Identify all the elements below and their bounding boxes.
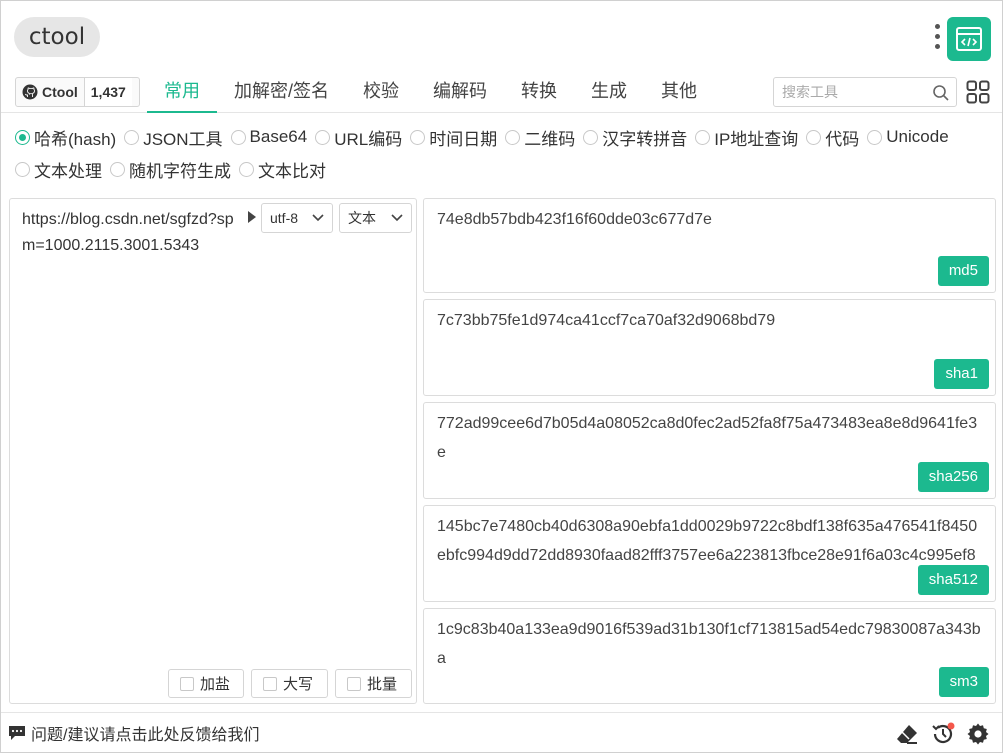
footer: 问题/建议请点击此处反馈给我们 xyxy=(1,712,1002,752)
eraser-icon[interactable] xyxy=(895,722,919,746)
result-sha256: 772ad99cee6d7b05d4a08052ca8d0fec2ad52fa8… xyxy=(423,402,996,499)
tab-crypto[interactable]: 加解密/签名 xyxy=(217,73,346,113)
github-stars: 1,437 xyxy=(84,78,132,106)
feedback-link[interactable]: 问题/建议请点击此处反馈给我们 xyxy=(8,721,259,745)
tool-unicode[interactable]: Unicode xyxy=(867,127,949,147)
copy-sha256-button[interactable]: sha256 xyxy=(917,462,989,492)
tool-row-2: 文本处理 随机字符生成 文本比对 xyxy=(15,153,995,185)
tab-checksum[interactable]: 校验 xyxy=(346,73,416,113)
tab-convert[interactable]: 转换 xyxy=(504,73,574,113)
tool-url[interactable]: URL编码 xyxy=(315,125,402,150)
header: ctool xyxy=(1,1,1002,73)
radio[interactable] xyxy=(110,161,125,177)
tab-common[interactable]: 常用 xyxy=(147,73,217,113)
radio[interactable] xyxy=(15,161,30,177)
copy-sha1-button[interactable]: sha1 xyxy=(934,359,989,389)
tool-text[interactable]: 文本处理 xyxy=(15,157,102,182)
encoding-value: utf-8 xyxy=(270,210,299,226)
result-sha1: 7c73bb75fe1d974ca41ccf7ca70af32d9068bd79… xyxy=(423,299,996,396)
radio[interactable] xyxy=(806,129,822,145)
encoding-select[interactable]: utf-8 xyxy=(261,203,333,233)
input-textarea[interactable]: https://blog.csdn.net/sgfzd?spm=1000.211… xyxy=(22,207,242,259)
radio-checked[interactable] xyxy=(15,129,30,145)
tab-other[interactable]: 其他 xyxy=(644,73,714,113)
tool-json[interactable]: JSON工具 xyxy=(124,125,223,150)
tool-row-1: 哈希(hash) JSON工具 Base64 URL编码 时间日期 二维码 汉字… xyxy=(15,121,995,153)
hash-value[interactable]: 145bc7e7480cb40d6308a90ebfa1dd0029b9722c… xyxy=(437,512,985,570)
chevron-down-icon xyxy=(312,214,324,222)
feedback-text: 问题/建议请点击此处反馈给我们 xyxy=(31,727,260,744)
radio[interactable] xyxy=(315,129,331,145)
app-window: ctool Ctool 1,437 常用 加解密/签名 校验 编解码 转换 生成… xyxy=(0,0,1003,753)
copy-sha512-button[interactable]: sha512 xyxy=(917,565,989,595)
top-nav: Ctool 1,437 常用 加解密/签名 校验 编解码 转换 生成 其他 xyxy=(1,73,1002,113)
uppercase-checkbox[interactable]: 大写 xyxy=(251,669,328,698)
tool-time[interactable]: 时间日期 xyxy=(410,125,497,150)
checkbox[interactable] xyxy=(263,676,277,691)
hash-value[interactable]: 772ad99cee6d7b05d4a08052ca8d0fec2ad52fa8… xyxy=(437,409,985,467)
grid-icon[interactable] xyxy=(966,80,990,104)
github-icon xyxy=(22,84,38,100)
code-window-icon[interactable] xyxy=(947,17,991,61)
radio[interactable] xyxy=(505,129,521,145)
tool-ip[interactable]: IP地址查询 xyxy=(695,125,798,150)
tool-selector: 哈希(hash) JSON工具 Base64 URL编码 时间日期 二维码 汉字… xyxy=(15,121,995,185)
history-icon[interactable] xyxy=(931,722,955,746)
salt-checkbox[interactable]: 加盐 xyxy=(168,669,244,698)
hash-value[interactable]: 74e8db57bdb423f16f60dde03c677d7e xyxy=(437,205,985,234)
result-sm3: 1c9c83b40a133ea9d9016f539ad31b130f1cf713… xyxy=(423,608,996,704)
tool-diff[interactable]: 文本比对 xyxy=(239,157,326,182)
message-icon xyxy=(9,726,25,740)
copy-md5-button[interactable]: md5 xyxy=(937,256,989,286)
tab-codec[interactable]: 编解码 xyxy=(416,73,504,113)
radio[interactable] xyxy=(239,161,254,177)
result-sha512: 145bc7e7480cb40d6308a90ebfa1dd0029b9722c… xyxy=(423,505,996,602)
checkbox[interactable] xyxy=(180,676,194,691)
radio[interactable] xyxy=(230,129,246,145)
tab-generate[interactable]: 生成 xyxy=(574,73,644,113)
radio[interactable] xyxy=(867,129,883,145)
input-panel[interactable]: https://blog.csdn.net/sgfzd?spm=1000.211… xyxy=(9,198,417,704)
radio[interactable] xyxy=(583,129,599,145)
hash-value[interactable]: 7c73bb75fe1d974ca41ccf7ca70af32d9068bd79 xyxy=(437,306,985,335)
github-label: Ctool xyxy=(42,84,78,100)
copy-sm3-button[interactable]: sm3 xyxy=(938,667,989,697)
play-icon[interactable] xyxy=(247,210,257,224)
gear-icon[interactable] xyxy=(966,722,990,746)
tool-base64[interactable]: Base64 xyxy=(230,127,307,147)
input-type-value: 文本 xyxy=(348,210,376,226)
result-md5: 74e8db57bdb423f16f60dde03c677d7e md5 xyxy=(423,198,996,293)
brand-logo: ctool xyxy=(14,17,100,57)
chevron-down-icon xyxy=(391,214,403,222)
more-menu-icon[interactable] xyxy=(933,24,941,52)
search-icon[interactable] xyxy=(932,84,950,102)
tool-hash[interactable]: 哈希(hash) xyxy=(15,125,116,150)
tool-random[interactable]: 随机字符生成 xyxy=(110,157,231,182)
tool-pinyin[interactable]: 汉字转拼音 xyxy=(583,125,687,150)
radio[interactable] xyxy=(695,129,711,145)
category-tabs: 常用 加解密/签名 校验 编解码 转换 生成 其他 xyxy=(147,73,714,113)
radio[interactable] xyxy=(124,129,140,145)
hash-value[interactable]: 1c9c83b40a133ea9d9016f539ad31b130f1cf713… xyxy=(437,615,985,673)
input-type-select[interactable]: 文本 xyxy=(339,203,412,233)
tool-qrcode[interactable]: 二维码 xyxy=(505,125,575,150)
radio[interactable] xyxy=(410,129,426,145)
checkbox[interactable] xyxy=(347,676,361,691)
github-badge[interactable]: Ctool 1,437 xyxy=(15,77,140,107)
tool-code[interactable]: 代码 xyxy=(806,125,859,150)
search-box xyxy=(773,77,957,107)
batch-checkbox[interactable]: 批量 xyxy=(335,669,412,698)
search-input[interactable] xyxy=(782,78,932,106)
